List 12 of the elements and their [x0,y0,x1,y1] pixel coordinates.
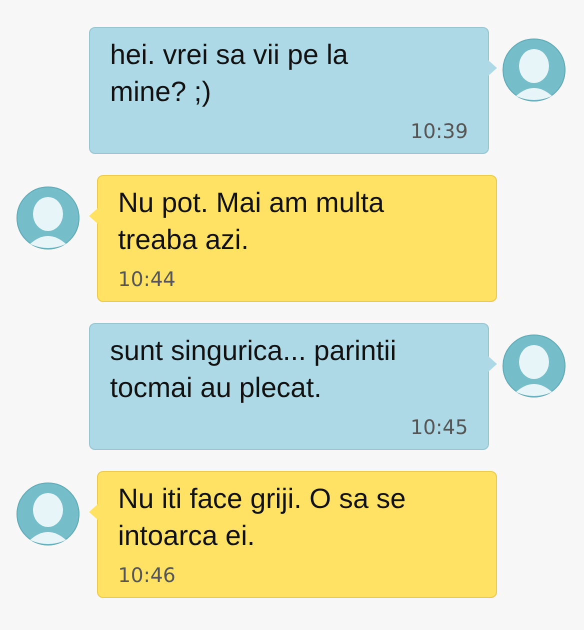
message-text: sunt singurica... parintii tocmai au plecat. [110,334,398,405]
message-time: 10:39 [410,118,468,143]
message-text: Nu pot. Mai am multa treaba azi. [118,186,386,257]
message-text: Nu iti face griji. O sa se intoarca ei. [118,482,407,553]
message-text: hei. vrei sa vii pe la mine? ;) [110,38,350,109]
avatar-icon [502,334,566,398]
message-time: 10:46 [118,562,176,587]
avatar-icon [16,482,80,546]
message-time: 10:44 [118,266,176,291]
avatar-icon [502,38,566,102]
message-time: 10:45 [410,414,468,439]
avatar-icon [16,186,80,250]
